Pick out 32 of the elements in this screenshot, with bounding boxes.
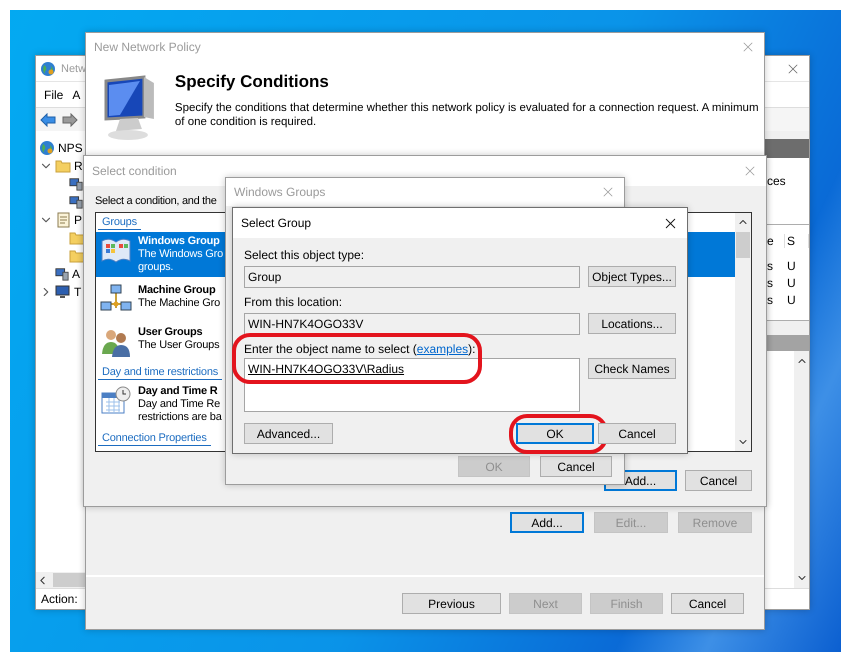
window-title: Select Group <box>241 216 312 230</box>
page-heading: Specify Conditions <box>174 72 330 92</box>
condition-name: Day and Time R <box>138 385 219 398</box>
window-title: New Network Policy <box>94 40 202 54</box>
condition-description: restrictions are ba <box>138 411 222 424</box>
instruction-text: Select a condition, and the <box>95 195 218 209</box>
window-title: Select condition <box>92 164 178 178</box>
window-title: Windows Groups <box>234 185 326 199</box>
page-description: Specify the conditions that determine whether this network policy is evaluated for a connection request. A minimum of one condition is required. <box>174 101 760 129</box>
field-label: Select this object type: <box>244 248 366 264</box>
condition-name: User Groups <box>138 326 204 339</box>
window-title: Netw <box>61 62 88 74</box>
condition-description: The Windows Gro <box>138 248 224 261</box>
pane-text: ces <box>764 158 809 224</box>
condition-description: The User Groups <box>138 339 220 352</box>
group-header: Connection Properties <box>98 431 211 446</box>
condition-description: Day and Time Re <box>138 398 221 411</box>
table-cell-text: U <box>786 258 797 272</box>
table-cell-text: s <box>766 276 774 290</box>
status-text: Action: <box>41 592 78 606</box>
table-cell-text: s <box>766 258 774 272</box>
field-label: Enter the object name to select (examples): <box>244 342 476 356</box>
table-cell-text: U <box>786 292 797 306</box>
group-header: Day and time restrictions <box>98 365 222 380</box>
condition-name: Machine Group <box>138 284 216 297</box>
field-label: From this location: <box>244 295 344 311</box>
condition-description: groups. <box>138 261 174 274</box>
group-header: Groups <box>98 215 141 230</box>
condition-description: The Machine Gro <box>138 297 220 310</box>
table-cell-text: s <box>766 292 774 306</box>
condition-name: Windows Group <box>138 235 221 248</box>
table-cell-text: U <box>786 276 797 290</box>
